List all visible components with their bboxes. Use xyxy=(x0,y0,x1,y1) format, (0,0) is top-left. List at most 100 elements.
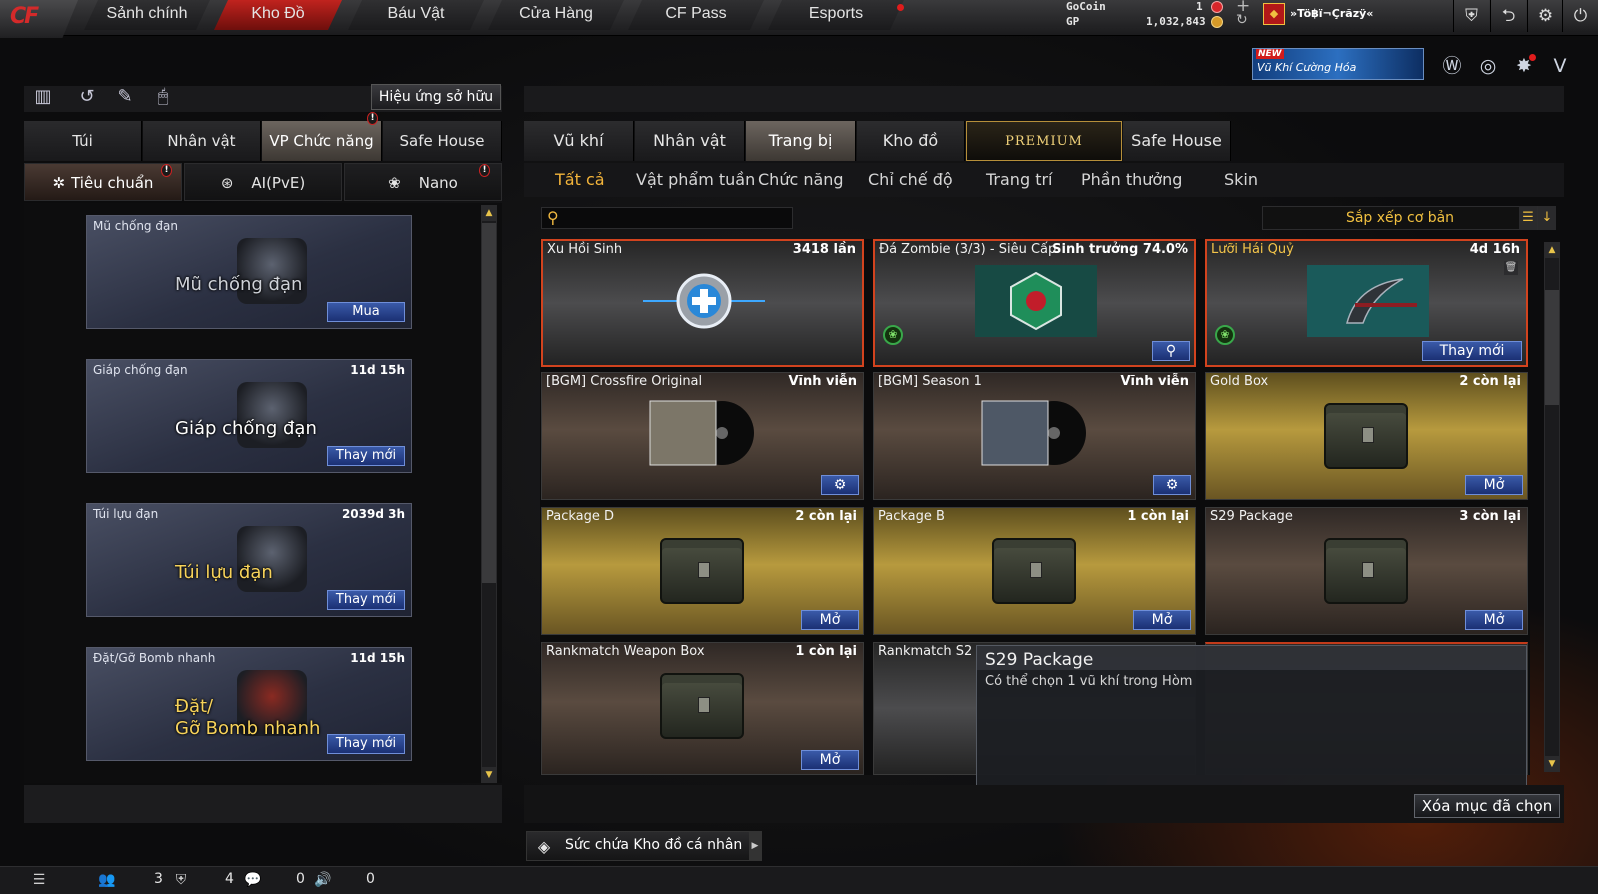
character-edit-icon[interactable]: ✎ xyxy=(112,84,138,110)
renew-button[interactable]: Thay mới xyxy=(1422,341,1522,361)
subtab-ai-pve[interactable]: ⊛ AI(PvE) xyxy=(184,163,342,201)
nav-tab-esports[interactable]: Esports xyxy=(768,0,904,30)
search-input[interactable] xyxy=(541,207,793,229)
left-tab-character[interactable]: Nhân vật xyxy=(143,121,261,161)
item-card[interactable]: Package D 2 còn lại Mở xyxy=(541,507,864,635)
item-card[interactable]: Lưỡi Hái Quỷ 4d 16h 🗑 ❀ Thay mới xyxy=(1205,239,1528,367)
trash-icon[interactable]: 🗑 xyxy=(1504,261,1518,275)
history-icon[interactable]: ↺ xyxy=(74,84,100,110)
right-tab-equipment[interactable]: Trang bị xyxy=(746,121,856,161)
subtab-all[interactable]: Tất cả xyxy=(555,170,605,189)
promo-banner[interactable]: NEW Vũ Khí Cường Hóa xyxy=(1252,48,1424,80)
friends-icon[interactable]: 👥 xyxy=(96,870,118,890)
nav-tab-treasure[interactable]: Báu Vật xyxy=(348,0,484,30)
ownership-effect-button[interactable]: Hiệu ứng sở hữu xyxy=(371,84,501,110)
subtab-rewards[interactable]: Phần thưởng xyxy=(1081,170,1182,189)
delete-selected-button[interactable]: Xóa mục đã chọn xyxy=(1414,794,1560,818)
chat-icon[interactable]: 💬 xyxy=(242,870,264,890)
mouse-icon[interactable]: 🖱 xyxy=(150,84,176,110)
menu-list-icon[interactable]: ☰ xyxy=(28,870,50,890)
nav-tab-shop[interactable]: Cửa Hàng xyxy=(488,0,624,30)
sort-dropdown[interactable]: Sắp xếp cơ bản xyxy=(1262,206,1538,230)
settings-gear-icon[interactable]: ⚙ xyxy=(1527,0,1563,32)
subtab-standard[interactable]: ✲ Tiêu chuẩn xyxy=(24,163,182,201)
open-button[interactable]: Mở xyxy=(801,750,859,770)
item-meta: 1 còn lại xyxy=(1127,509,1189,524)
item-meta: Vĩnh viễn xyxy=(1120,374,1189,389)
right-scroll-thumb[interactable] xyxy=(1545,290,1559,405)
item-card[interactable]: [BGM] Crossfire Original Vĩnh viễn ⚙ xyxy=(541,372,864,500)
stats-icon[interactable]: ▥ xyxy=(30,84,56,110)
sort-desc-icon[interactable]: ↓ xyxy=(1538,206,1556,230)
item-card[interactable]: Package B 1 còn lại Mở xyxy=(873,507,1196,635)
list-item[interactable]: Mũ chống đạn Mũ chống đạn Mua xyxy=(86,215,412,329)
right-tab-weapons[interactable]: Vũ khí xyxy=(524,121,634,161)
subtab-mode-only[interactable]: Chỉ chế độ xyxy=(868,170,953,189)
subtab-decoration[interactable]: Trang trí xyxy=(986,170,1052,189)
list-item[interactable]: Túi lựu đạn 2039d 3h Túi lựu đạn Thay mớ… xyxy=(86,503,412,617)
item-meta: Sinh trưởng 74.0% xyxy=(1052,242,1188,257)
right-tab-safe-house[interactable]: Safe House xyxy=(1123,121,1231,161)
storage-capacity-button[interactable]: ◈ Sức chứa Kho đồ cá nhân ▶ xyxy=(526,831,762,861)
weapon-w-icon[interactable]: Ⓦ xyxy=(1438,52,1466,80)
buy-button[interactable]: Mua xyxy=(327,302,405,322)
scroll-down-icon[interactable]: ▼ xyxy=(1544,756,1560,772)
scroll-up-icon[interactable]: ▲ xyxy=(481,205,497,221)
item-card[interactable]: S29 Package 3 còn lại Mở xyxy=(1205,507,1528,635)
rank-badge-icon: ◆ xyxy=(1263,3,1285,25)
item-card[interactable]: Gold Box 2 còn lại Mở xyxy=(1205,372,1528,500)
return-icon[interactable]: ⮌ xyxy=(1490,0,1526,32)
item-art-text: Mũ chống đạn xyxy=(175,274,303,295)
open-button[interactable]: Mở xyxy=(1133,610,1191,630)
nav-tab-cf-pass[interactable]: CF Pass xyxy=(628,0,764,30)
power-icon[interactable]: ⏻ xyxy=(1562,0,1598,32)
subtab-function[interactable]: Chức năng xyxy=(758,170,844,189)
scroll-down-icon[interactable]: ▼ xyxy=(481,767,497,783)
item-art-text: Túi lựu đạn xyxy=(175,562,273,583)
inspect-button[interactable]: ⚲ xyxy=(1152,341,1190,361)
renew-button[interactable]: Thay mới xyxy=(327,734,405,754)
item-card[interactable]: [BGM] Season 1 Vĩnh viễn ⚙ xyxy=(873,372,1196,500)
gear-icon: ⚙ xyxy=(833,477,847,493)
vip-icon[interactable]: V xyxy=(1546,52,1574,80)
item-card[interactable]: Đá Zombie (3/3) - Siêu Cấp Sinh trưởng 7… xyxy=(873,239,1196,367)
tooltip-description: Có thể chọn 1 vũ khí trong Hòm xyxy=(985,674,1193,689)
shield-icon[interactable]: ⛨ xyxy=(1453,0,1489,32)
clan-shield-icon[interactable]: ⛨ xyxy=(170,870,192,890)
clan-count: 4 xyxy=(225,871,234,887)
globe-icon[interactable]: ◎ xyxy=(1474,52,1502,80)
subtab-skin[interactable]: Skin xyxy=(1224,170,1258,189)
subtab-weekly[interactable]: Vật phẩm tuần xyxy=(636,170,755,189)
item-card[interactable]: Xu Hồi Sinh 3418 lần xyxy=(541,239,864,367)
speaker-icon[interactable]: 🔊 xyxy=(312,870,334,890)
left-tab-function-items[interactable]: VP Chức năng xyxy=(262,121,382,161)
list-item[interactable]: Đặt/Gỡ Bomb nhanh 11d 15h Đặt/Gỡ Bomb nh… xyxy=(86,647,412,761)
open-button[interactable]: Mở xyxy=(801,610,859,630)
settings-button[interactable]: ⚙ xyxy=(1153,475,1191,495)
item-name: Rankmatch Weapon Box xyxy=(546,644,705,659)
right-tab-premium[interactable]: PREMIUM xyxy=(966,121,1122,161)
list-item[interactable]: Giáp chống đạn 11d 15h Giáp chống đạn Th… xyxy=(86,359,412,473)
left-tab-safe-house[interactable]: Safe House xyxy=(383,121,502,161)
refresh-icon[interactable]: ↻ xyxy=(1236,12,1248,28)
scroll-up-icon[interactable]: ▲ xyxy=(1544,242,1560,258)
renew-button[interactable]: Thay mới xyxy=(327,590,405,610)
right-tab-character[interactable]: Nhân vật xyxy=(635,121,745,161)
item-name: Package B xyxy=(878,509,945,524)
renew-button[interactable]: Thay mới xyxy=(327,446,405,466)
nano-badge-icon: ❀ xyxy=(883,325,903,345)
player-name[interactable]: »Tö฿ï¬Çrãzÿ« xyxy=(1290,7,1373,20)
left-tab-bag[interactable]: Túi xyxy=(24,121,142,161)
nav-tab-inventory[interactable]: Kho Đồ xyxy=(214,0,342,30)
left-scroll-thumb[interactable] xyxy=(482,223,496,583)
right-tab-storage[interactable]: Kho đồ xyxy=(857,121,965,161)
open-button[interactable]: Mở xyxy=(1465,610,1523,630)
settings-button[interactable]: ⚙ xyxy=(821,475,859,495)
list-view-icon[interactable]: ☰ xyxy=(1519,206,1537,230)
nav-tab-lobby[interactable]: Sảnh chính xyxy=(84,0,210,30)
new-tag: NEW xyxy=(1256,49,1284,59)
item-tooltip: S29 Package Có thể chọn 1 vũ khí trong H… xyxy=(976,645,1527,789)
item-card[interactable]: Rankmatch Weapon Box 1 còn lại Mở xyxy=(541,642,864,775)
chat-count: 0 xyxy=(296,871,305,887)
open-button[interactable]: Mở xyxy=(1465,475,1523,495)
